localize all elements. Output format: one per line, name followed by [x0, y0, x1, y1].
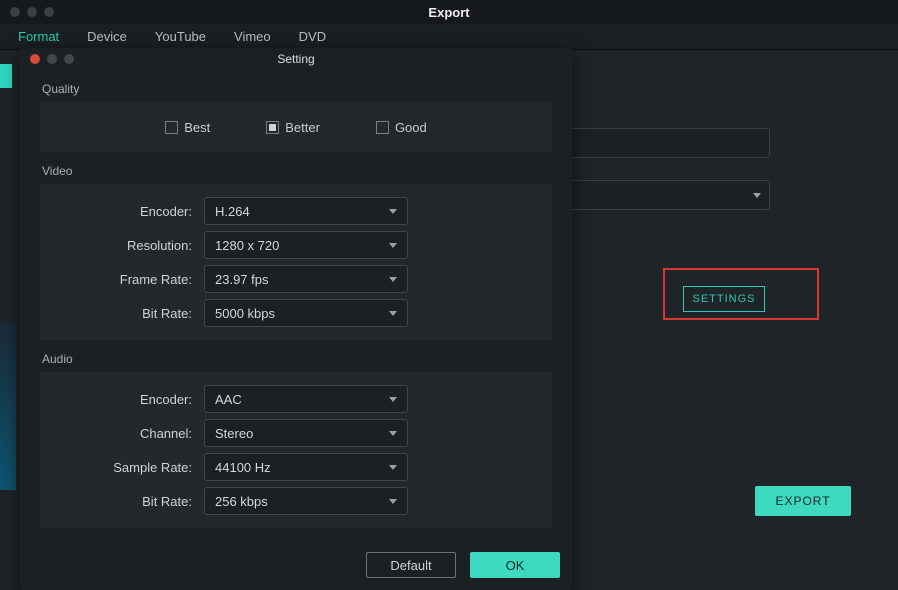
- quality-good-label: Good: [395, 120, 427, 135]
- export-button-label: EXPORT: [775, 494, 830, 508]
- quality-good-option[interactable]: Good: [376, 120, 427, 135]
- tab-device[interactable]: Device: [87, 29, 127, 44]
- audio-samplerate-select[interactable]: 44100 Hz: [204, 453, 408, 481]
- audio-bitrate-value: 256 kbps: [215, 494, 268, 509]
- audio-panel: Encoder: AAC Channel: Stereo Sample Rate…: [40, 372, 552, 528]
- audio-bitrate-label: Bit Rate:: [52, 494, 204, 509]
- quality-panel: Best Better Good: [40, 102, 552, 152]
- dialog-zoom-icon[interactable]: [64, 54, 74, 64]
- format-selection-highlight: [0, 64, 12, 88]
- video-bitrate-value: 5000 kbps: [215, 306, 275, 321]
- chevron-down-icon: [389, 431, 397, 436]
- dialog-close-icon[interactable]: [30, 54, 40, 64]
- chevron-down-icon: [389, 209, 397, 214]
- window-title: Export: [428, 5, 469, 20]
- audio-encoder-select[interactable]: AAC: [204, 385, 408, 413]
- video-panel: Encoder: H.264 Resolution: 1280 x 720 Fr…: [40, 184, 552, 340]
- tab-youtube[interactable]: YouTube: [155, 29, 206, 44]
- checkbox-icon: [376, 121, 389, 134]
- chevron-down-icon: [389, 465, 397, 470]
- tab-vimeo[interactable]: Vimeo: [234, 29, 271, 44]
- audio-section-label: Audio: [20, 340, 572, 372]
- video-framerate-value: 23.97 fps: [215, 272, 269, 287]
- window-controls: [0, 7, 54, 17]
- audio-bitrate-select[interactable]: 256 kbps: [204, 487, 408, 515]
- video-bitrate-label: Bit Rate:: [52, 306, 204, 321]
- video-encoder-label: Encoder:: [52, 204, 204, 219]
- settings-button-label: SETTINGS: [692, 293, 755, 305]
- chevron-down-icon: [389, 397, 397, 402]
- chevron-down-icon: [389, 499, 397, 504]
- dialog-button-row: Default OK: [366, 552, 560, 578]
- dialog-minimize-icon[interactable]: [47, 54, 57, 64]
- chevron-down-icon: [753, 193, 761, 198]
- audio-encoder-value: AAC: [215, 392, 242, 407]
- video-bitrate-select[interactable]: 5000 kbps: [204, 299, 408, 327]
- audio-channel-label: Channel:: [52, 426, 204, 441]
- video-resolution-select[interactable]: 1280 x 720: [204, 231, 408, 259]
- minimize-icon[interactable]: [27, 7, 37, 17]
- dialog-title: Setting: [277, 52, 314, 66]
- quality-better-option[interactable]: Better: [266, 120, 320, 135]
- audio-samplerate-label: Sample Rate:: [52, 460, 204, 475]
- close-icon[interactable]: [10, 7, 20, 17]
- quality-section-label: Quality: [20, 70, 572, 102]
- video-section-label: Video: [20, 152, 572, 184]
- audio-channel-value: Stereo: [215, 426, 253, 441]
- default-button[interactable]: Default: [366, 552, 456, 578]
- video-encoder-value: H.264: [215, 204, 250, 219]
- video-encoder-select[interactable]: H.264: [204, 197, 408, 225]
- quality-best-label: Best: [184, 120, 210, 135]
- tab-format[interactable]: Format: [18, 29, 59, 44]
- main-titlebar: Export: [0, 0, 898, 24]
- video-resolution-value: 1280 x 720: [215, 238, 279, 253]
- quality-best-option[interactable]: Best: [165, 120, 210, 135]
- video-framerate-label: Frame Rate:: [52, 272, 204, 287]
- default-button-label: Default: [390, 558, 431, 573]
- tab-dvd[interactable]: DVD: [299, 29, 326, 44]
- ok-button[interactable]: OK: [470, 552, 560, 578]
- export-tabs: Format Device YouTube Vimeo DVD: [0, 24, 898, 50]
- quality-better-label: Better: [285, 120, 320, 135]
- dialog-titlebar: Setting: [20, 48, 572, 70]
- ok-button-label: OK: [506, 558, 525, 573]
- checkbox-checked-icon: [266, 121, 279, 134]
- video-framerate-select[interactable]: 23.97 fps: [204, 265, 408, 293]
- audio-encoder-label: Encoder:: [52, 392, 204, 407]
- video-resolution-label: Resolution:: [52, 238, 204, 253]
- audio-channel-select[interactable]: Stereo: [204, 419, 408, 447]
- zoom-icon[interactable]: [44, 7, 54, 17]
- settings-dialog: Setting Quality Best Better Good Video E…: [20, 48, 572, 590]
- export-button[interactable]: EXPORT: [755, 486, 851, 516]
- chevron-down-icon: [389, 311, 397, 316]
- audio-samplerate-value: 44100 Hz: [215, 460, 271, 475]
- checkbox-icon: [165, 121, 178, 134]
- preview-thumbnail: [0, 322, 16, 490]
- chevron-down-icon: [389, 277, 397, 282]
- settings-button[interactable]: SETTINGS: [683, 286, 765, 312]
- chevron-down-icon: [389, 243, 397, 248]
